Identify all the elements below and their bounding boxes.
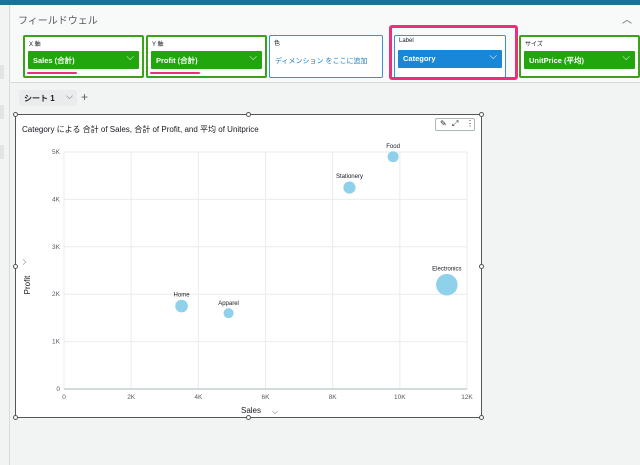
add-sheet-button[interactable]: + (81, 90, 88, 104)
x-tick-label: 8K (329, 394, 338, 401)
chevron-down-icon[interactable]: ⌵ (66, 91, 73, 102)
y-axis-label[interactable]: Profit (23, 275, 32, 294)
field-well-title: フィールドウェル (18, 16, 98, 27)
y-tick-label: 3K (52, 244, 61, 251)
data-point[interactable] (223, 307, 235, 319)
y-tick-label: 0 (56, 386, 60, 393)
y-tick-label: 4K (52, 196, 61, 203)
chart-ticks: 0 2K 4K 6K 8K 10K 12K 0 1K 2K 3K 4K 5K (52, 149, 473, 401)
field-well-panel: フィールドウェル ︿ X 軸 Sales (合計) ⌵ Y 軸 Profit (… (11, 5, 640, 83)
size-well-label: サイズ (525, 42, 543, 48)
annotation-underline (27, 72, 77, 74)
chart-points: Home Apparel Stationery Food Electronics (174, 144, 462, 319)
scatter-visual[interactable]: Category による 合計 of Sales, 合計 of Profit, … (13, 112, 484, 420)
resize-handle[interactable] (479, 112, 484, 117)
x-tick-label: 2K (127, 394, 136, 401)
y-axis-well[interactable]: Y 軸 Profit (合計) ⌵ (146, 35, 267, 78)
tab-sheet-1[interactable]: シート 1 ⌵ (19, 90, 77, 106)
data-point[interactable] (387, 150, 400, 163)
sidebar-nub[interactable] (0, 145, 4, 159)
color-well-hint: ディメンション をここに追加 (275, 58, 368, 65)
y-axis-chevron-icon[interactable]: ⌵ (19, 259, 28, 265)
chevron-down-icon[interactable]: ⌵ (622, 52, 630, 63)
x-axis-chevron-icon[interactable]: ⌵ (272, 407, 278, 416)
sidebar-nub[interactable] (0, 65, 4, 79)
size-field-name: UnitPrice (平均) (529, 56, 585, 65)
chevron-down-icon[interactable]: ⌵ (126, 52, 134, 63)
resize-handle[interactable] (13, 264, 18, 269)
sidebar-nub[interactable] (0, 105, 4, 119)
size-field-pill[interactable]: UnitPrice (平均) ⌵ (524, 51, 635, 69)
x-tick-label: 10K (394, 394, 406, 401)
resize-handle[interactable] (13, 112, 18, 117)
y-tick-label: 5K (52, 149, 61, 156)
y-tick-label: 2K (52, 291, 61, 298)
x-axis-well-label: X 軸 (29, 42, 41, 48)
scatter-chart: 0 2K 4K 6K 8K 10K 12K 0 1K 2K 3K 4K 5K Home Apparel St… (19, 144, 473, 416)
resize-handle[interactable] (13, 415, 18, 420)
data-label: Home (174, 292, 191, 298)
y-axis-well-label: Y 軸 (152, 42, 164, 48)
x-axis-field-pill[interactable]: Sales (合計) ⌵ (28, 51, 139, 69)
chart-grid (63, 151, 468, 390)
x-tick-label: 0 (62, 394, 66, 401)
resize-handle[interactable] (246, 415, 251, 420)
data-label: Food (386, 144, 400, 150)
y-tick-label: 1K (52, 339, 61, 346)
x-tick-label: 12K (461, 394, 473, 401)
data-label: Apparel (218, 301, 239, 307)
size-well[interactable]: サイズ UnitPrice (平均) ⌵ (519, 35, 640, 78)
x-tick-label: 6K (262, 394, 271, 401)
chevron-down-icon[interactable]: ⌵ (249, 52, 257, 63)
data-point[interactable] (342, 180, 357, 195)
y-axis-field-name: Profit (合計) (156, 56, 198, 65)
data-label: Stationery (336, 174, 363, 180)
collapse-icon[interactable]: ︿ (622, 11, 632, 26)
data-label: Electronics (432, 267, 461, 273)
x-axis-field-name: Sales (合計) (33, 56, 75, 65)
resize-handle[interactable] (479, 264, 484, 269)
resize-handle[interactable] (479, 415, 484, 420)
x-axis-well[interactable]: X 軸 Sales (合計) ⌵ (23, 35, 144, 78)
resize-handle[interactable] (246, 112, 251, 117)
data-point[interactable] (435, 273, 459, 296)
color-well-label: 色 (274, 41, 281, 47)
tab-sheet-1-label: シート 1 (24, 94, 55, 103)
annotation-underline (150, 72, 200, 74)
data-point[interactable] (174, 299, 189, 313)
y-axis-field-pill[interactable]: Profit (合計) ⌵ (151, 51, 262, 69)
left-sidebar-strip (0, 5, 10, 465)
x-tick-label: 4K (194, 394, 203, 401)
label-well-highlight (389, 25, 518, 80)
color-well[interactable]: 色 ディメンション をここに追加 (269, 35, 383, 78)
x-axis-label[interactable]: Sales (241, 406, 261, 415)
